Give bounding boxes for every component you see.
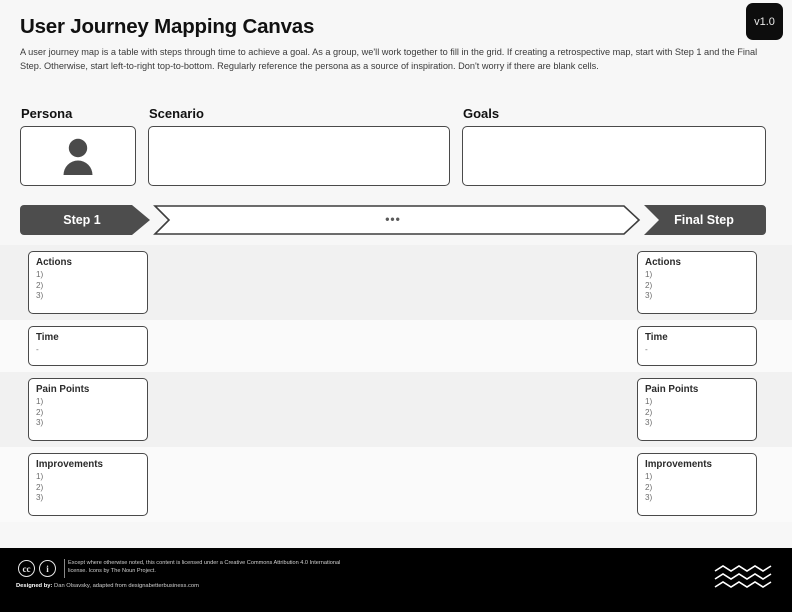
cell-item[interactable]: 3)	[36, 418, 140, 429]
scenario-box[interactable]	[148, 126, 450, 186]
persona-box[interactable]	[20, 126, 136, 186]
cell-title: Actions	[645, 257, 681, 268]
cell-item[interactable]: 2)	[36, 483, 140, 494]
page-title: User Journey Mapping Canvas	[20, 15, 315, 38]
goals-box[interactable]	[462, 126, 766, 186]
grid-row-actions: Actions 1) 2) 3) Actions 1) 2) 3)	[0, 245, 792, 320]
cell-item[interactable]: -	[645, 345, 749, 356]
cell-item[interactable]: 3)	[36, 493, 140, 504]
cell-items: 1) 2) 3)	[36, 397, 140, 429]
grid-row-time: Time - Time -	[0, 320, 792, 372]
footer: cc i Except where otherwise noted, this …	[0, 548, 792, 612]
cell-item[interactable]: 1)	[36, 270, 140, 281]
cell-improvements-final-step[interactable]: Improvements 1) 2) 3)	[637, 453, 757, 516]
scenario-column: Scenario	[148, 106, 450, 186]
step-final-label[interactable]: Final Step	[642, 212, 766, 228]
cell-title: Improvements	[36, 459, 103, 470]
cell-item[interactable]: 2)	[645, 483, 749, 494]
cell-title: Pain Points	[36, 384, 90, 395]
cell-title: Time	[36, 332, 59, 343]
cell-item[interactable]: 2)	[36, 281, 140, 292]
cell-item[interactable]: 1)	[645, 270, 749, 281]
designed-by-prefix: Designed by:	[16, 583, 53, 589]
designed-by-text: Dan Olsavsky, adapted from designabetter…	[54, 583, 199, 589]
journey-canvas: v1.0 User Journey Mapping Canvas A user …	[0, 0, 792, 612]
cell-item[interactable]: 1)	[645, 472, 749, 483]
designed-by-line: Designed by: Dan Olsavsky, adapted from …	[16, 582, 199, 591]
persona-label: Persona	[21, 106, 73, 121]
cell-title: Time	[645, 332, 668, 343]
scenario-label: Scenario	[149, 106, 204, 121]
persona-column: Persona	[20, 106, 136, 186]
top-row: Persona Scenario Goals	[20, 106, 766, 192]
cell-items: -	[36, 345, 140, 356]
journey-grid: Actions 1) 2) 3) Actions 1) 2) 3) Time - Time - Pain…	[0, 245, 792, 522]
cell-item[interactable]: 3)	[645, 291, 749, 302]
cell-item[interactable]: 2)	[645, 408, 749, 419]
cell-pain-points-step-1[interactable]: Pain Points 1) 2) 3)	[28, 378, 148, 441]
grid-row-improvements: Improvements 1) 2) 3) Improvements 1) 2) 3)	[0, 447, 792, 522]
cc-license-icons: cc i	[18, 559, 72, 578]
goals-column: Goals	[462, 106, 766, 186]
cell-items: 1) 2) 3)	[645, 270, 749, 302]
footer-divider	[64, 559, 65, 578]
cell-item[interactable]: 3)	[645, 493, 749, 504]
cc-circle-icon: cc	[18, 560, 35, 577]
grid-row-pain-points: Pain Points 1) 2) 3) Pain Points 1) 2) 3)	[0, 372, 792, 447]
cell-pain-points-final-step[interactable]: Pain Points 1) 2) 3)	[637, 378, 757, 441]
cell-item[interactable]: 2)	[36, 408, 140, 419]
cell-item[interactable]: 1)	[36, 472, 140, 483]
wave-lines-logo	[714, 565, 772, 588]
goals-label: Goals	[463, 106, 500, 121]
cell-title: Pain Points	[645, 384, 699, 395]
cell-item[interactable]: 2)	[645, 281, 749, 292]
cell-time-final-step[interactable]: Time -	[637, 326, 757, 366]
cell-items: 1) 2) 3)	[645, 472, 749, 504]
cell-item[interactable]: 1)	[645, 397, 749, 408]
cell-items: -	[645, 345, 749, 356]
cc-by-person-icon: i	[39, 560, 56, 577]
cell-item[interactable]: -	[36, 345, 140, 356]
page-subtitle: A user journey map is a table with steps…	[20, 47, 758, 71]
cell-improvements-step-1[interactable]: Improvements 1) 2) 3)	[28, 453, 148, 516]
cell-actions-step-1[interactable]: Actions 1) 2) 3)	[28, 251, 148, 314]
person-avatar-icon	[63, 138, 93, 175]
cell-items: 1) 2) 3)	[36, 472, 140, 504]
cell-actions-final-step[interactable]: Actions 1) 2) 3)	[637, 251, 757, 314]
cell-title: Improvements	[645, 459, 712, 470]
cell-item[interactable]: 1)	[36, 397, 140, 408]
header: User Journey Mapping Canvas A user journ…	[20, 14, 770, 73]
cell-items: 1) 2) 3)	[645, 397, 749, 429]
cell-item[interactable]: 3)	[645, 418, 749, 429]
step-bar: Step 1 ••• Final Step	[20, 205, 766, 235]
cell-time-step-1[interactable]: Time -	[28, 326, 148, 366]
license-text: Except where otherwise noted, this conte…	[68, 560, 341, 575]
cell-item[interactable]: 3)	[36, 291, 140, 302]
cell-title: Actions	[36, 257, 72, 268]
cell-items: 1) 2) 3)	[36, 270, 140, 302]
